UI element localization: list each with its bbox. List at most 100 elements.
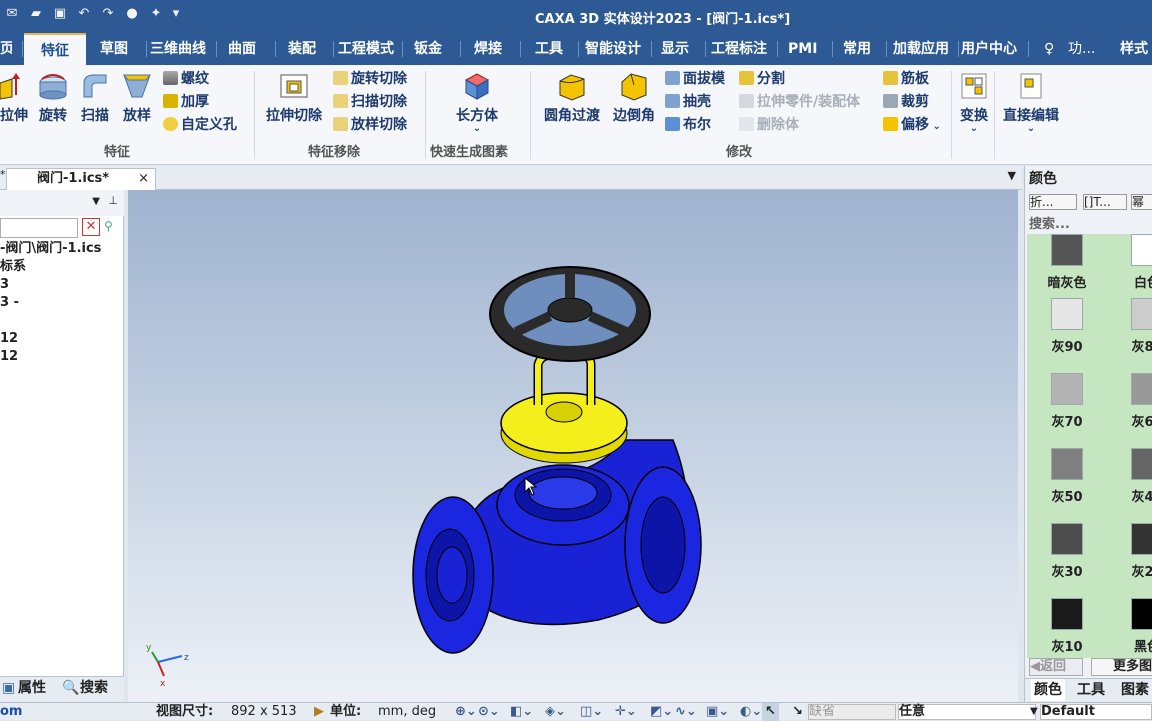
select-cursor-icon[interactable]: ↖	[762, 703, 779, 721]
tab-pmi[interactable]: PMI	[788, 33, 820, 65]
tab-3d-curve[interactable]: 三维曲线	[150, 33, 212, 65]
close-tab-icon[interactable]: ×	[138, 169, 149, 189]
tab-smart-design[interactable]: 智能设计	[585, 33, 647, 65]
pin-icon[interactable]: ⊥	[108, 194, 118, 207]
redo-icon[interactable]: ↷	[100, 6, 116, 22]
tab-user-center[interactable]: 用户中心	[961, 33, 1023, 65]
panel-tab-1[interactable]: 折...	[1029, 194, 1077, 210]
lightbulb-icon[interactable]: ♀	[1044, 33, 1058, 65]
tree-item[interactable]	[0, 312, 101, 330]
tab-common[interactable]: 常用	[843, 33, 879, 65]
globe-icon[interactable]: ●	[124, 6, 140, 22]
tree-item[interactable]: 标系	[0, 258, 101, 276]
direct-edit-button[interactable]: 直接编辑 ⌄	[998, 71, 1064, 134]
zoom-icon[interactable]: ⊕⌄	[455, 703, 477, 721]
boolean-button[interactable]: 布尔	[665, 114, 711, 136]
undo-icon[interactable]: ↶	[76, 6, 92, 22]
tab-welding[interactable]: 焊接	[474, 33, 510, 65]
thicken-button[interactable]: 加厚	[163, 91, 209, 113]
3d-viewport[interactable]: z y x	[128, 190, 1018, 702]
offset-button[interactable]: 偏移 ⌄	[883, 114, 941, 136]
more-button[interactable]: 更多图	[1091, 658, 1152, 676]
valve-handwheel[interactable]	[489, 266, 651, 362]
swatch-gray60[interactable]: 灰60	[1107, 373, 1152, 430]
any-select-dropdown-icon[interactable]: ▼	[1030, 703, 1038, 721]
loft-button[interactable]: 放样	[120, 71, 154, 125]
delete-body-button[interactable]: 删除体	[739, 114, 799, 136]
filter-select[interactable]: 缺省	[808, 704, 896, 720]
tab-list-dropdown-icon[interactable]: ▼	[1008, 169, 1016, 182]
tab-sketch[interactable]: 草图	[100, 33, 142, 65]
star-icon[interactable]: ✦	[148, 6, 164, 22]
save-icon[interactable]: ▣	[52, 6, 68, 22]
view-icon[interactable]: ◧⌄	[510, 703, 533, 721]
tab-element[interactable]: 图素	[1121, 679, 1149, 701]
extrude-part-button[interactable]: 拉伸零件/装配体	[739, 91, 860, 113]
panel-tab-2[interactable]: []T...	[1083, 194, 1127, 210]
tree-item-root[interactable]: -阀门\阀门-1.ics	[0, 240, 101, 258]
chamfer-button[interactable]: 边倒角	[610, 71, 658, 125]
tree-filter-input[interactable]	[0, 218, 78, 238]
swatch-gray10[interactable]: 灰10	[1027, 598, 1107, 655]
any-select[interactable]: 任意	[898, 704, 1036, 720]
tell-me-search[interactable]: 功...	[1068, 33, 1106, 65]
tree-item[interactable]: 3	[0, 276, 101, 294]
swatch-black[interactable]: 黑色	[1107, 598, 1152, 655]
measure-icon[interactable]: ∿⌄	[675, 703, 697, 721]
box-button[interactable]: 长方体 ⌄	[450, 71, 504, 134]
extrude-button[interactable]: 拉伸	[0, 71, 28, 125]
panel-dropdown-icon[interactable]: ▼	[92, 196, 100, 207]
rib-button[interactable]: 筋板	[883, 68, 929, 90]
default-select[interactable]: Default	[1040, 704, 1152, 720]
axis-icon[interactable]: ✛⌄	[615, 703, 637, 721]
swatch-gray40[interactable]: 灰40	[1107, 448, 1152, 505]
filter-options-icon[interactable]: ⚲	[104, 219, 113, 233]
panel-tab-3[interactable]: 幂	[1131, 194, 1152, 210]
envelope-icon[interactable]: ✉	[4, 6, 20, 22]
tab-feature[interactable]: 特征	[24, 33, 86, 65]
loft-cut-button[interactable]: 放样切除	[333, 114, 407, 136]
search-view-icon[interactable]: ⊙⌄	[478, 703, 500, 721]
tab-assembly[interactable]: 装配	[288, 33, 324, 65]
trim-button[interactable]: 裁剪	[883, 91, 929, 113]
back-button[interactable]: ◀返回	[1029, 658, 1083, 676]
clear-filter-icon[interactable]: ✕	[82, 218, 100, 236]
tab-search[interactable]: 搜索	[80, 677, 108, 699]
custom-hole-button[interactable]: 自定义孔	[163, 114, 237, 136]
sweep-button[interactable]: 扫描	[78, 71, 112, 125]
cube-icon[interactable]: ▣⌄	[706, 703, 729, 721]
tree-item[interactable]: 3 -	[0, 294, 101, 312]
thread-button[interactable]: 螺纹	[163, 68, 209, 90]
tab-surface[interactable]: 曲面	[228, 33, 270, 65]
swatch-white[interactable]: 白色	[1107, 234, 1152, 291]
tab-addin[interactable]: 加载应用	[893, 33, 955, 65]
tab-page[interactable]: 页	[0, 33, 12, 65]
extrude-cut-button[interactable]: 拉伸切除	[262, 71, 326, 125]
tab-drawing-mode[interactable]: 工程模式	[338, 33, 398, 65]
swatch-gray20[interactable]: 灰20	[1107, 523, 1152, 580]
fillet-button[interactable]: 圆角过渡	[540, 71, 604, 125]
tab-tools[interactable]: 工具	[535, 33, 571, 65]
tab-properties[interactable]: 属性	[18, 677, 46, 699]
valve-model[interactable]: z y x	[128, 190, 1018, 702]
render-icon[interactable]: ◈⌄	[545, 703, 566, 721]
swatch-gray50[interactable]: 灰50	[1027, 448, 1107, 505]
tab-display[interactable]: 显示	[661, 33, 697, 65]
light-icon[interactable]: ◐⌄	[740, 703, 762, 721]
revolve-cut-button[interactable]: 旋转切除	[333, 68, 407, 90]
valve-bonnet[interactable]	[500, 350, 628, 464]
tab-annotation[interactable]: 工程标注	[711, 33, 773, 65]
document-tab[interactable]: 阀门-1.ics* ×	[6, 168, 156, 190]
swatch-dark-gray[interactable]: 暗灰色	[1027, 234, 1107, 291]
tree-item[interactable]: 12	[0, 348, 101, 366]
valve-body[interactable]	[412, 439, 702, 654]
revolve-button[interactable]: 旋转	[36, 71, 70, 125]
tab-sheet-metal[interactable]: 钣金	[414, 33, 450, 65]
swatch-gray90[interactable]: 灰90	[1027, 298, 1107, 355]
tab-color[interactable]: 颜色	[1031, 679, 1065, 701]
shell-button[interactable]: 抽壳	[665, 91, 711, 113]
cursor-mode-icon[interactable]: ↘	[792, 703, 803, 721]
swatch-gray70[interactable]: 灰70	[1027, 373, 1107, 430]
display-icon[interactable]: ◫⌄	[580, 703, 603, 721]
tree-item[interactable]: 12	[0, 330, 101, 348]
